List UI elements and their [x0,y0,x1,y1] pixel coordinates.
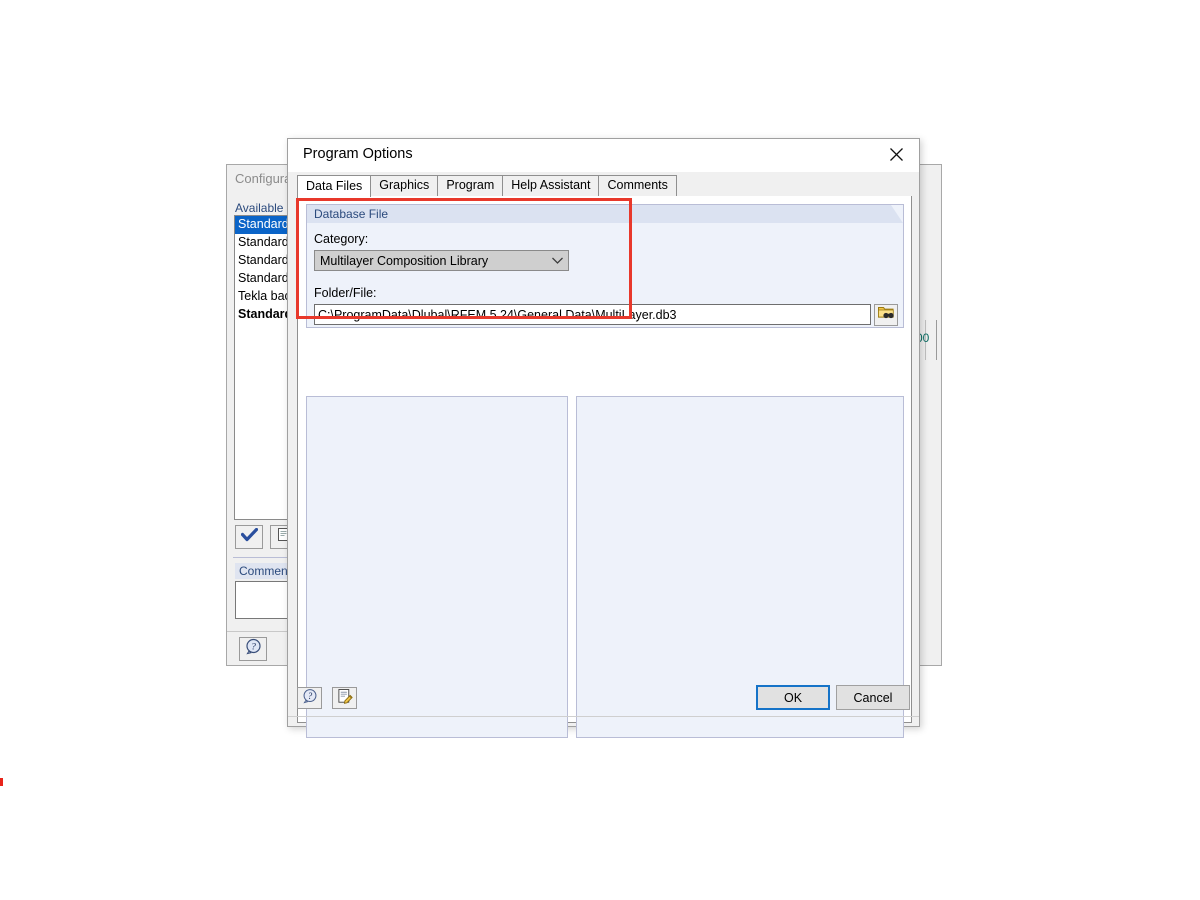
comment-label: Comment [235,563,296,579]
ok-button[interactable]: OK [756,685,830,710]
database-file-header: Database File [314,207,389,221]
help-icon: ? [302,688,318,709]
database-file-group: Database File Category: Multilayer Compo… [306,204,904,328]
background-help-button[interactable]: ? [239,637,267,661]
folder-file-input[interactable] [314,304,872,325]
tab-data-files[interactable]: Data Files [297,175,372,197]
tab-comments[interactable]: Comments [598,175,677,196]
tab-help-assistant[interactable]: Help Assistant [502,175,600,196]
apply-check-button[interactable] [235,525,263,549]
data-files-tab-page: Database File Category: Multilayer Compo… [297,196,912,738]
close-icon [889,147,904,162]
help-button-box[interactable]: ? [239,637,267,661]
folder-file-label: Folder/File: [314,286,377,300]
tab-program[interactable]: Program [437,175,504,196]
stray-red-marker [0,778,3,786]
footer-separator [288,716,919,717]
category-selected-value: Multilayer Composition Library [320,253,489,268]
category-label: Category: [314,232,369,246]
dialog-footer: ? OK Cancel [288,681,919,726]
svg-text:?: ? [251,643,256,653]
group-header-band [307,205,903,223]
cancel-button[interactable]: Cancel [836,685,910,710]
dialog-titlebar: Program Options [288,139,919,172]
category-select[interactable]: Multilayer Composition Library [314,250,569,271]
check-icon [240,527,258,547]
help-icon: ? [245,638,262,660]
close-button[interactable] [874,139,919,170]
program-options-dialog: Program Options Data Files Graphics Prog… [287,138,920,738]
dialog-tabstrip: Data Files Graphics Program Help Assista… [297,175,912,197]
browse-button[interactable] [874,303,898,326]
dialog-title: Program Options [303,146,413,162]
screen-root: Configuration Manager Available Configur… [0,0,1200,900]
tab-graphics[interactable]: Graphics [370,175,439,196]
chevron-down-icon [546,256,568,265]
svg-text:?: ? [307,690,312,700]
dialog-help-button[interactable]: ? [297,687,322,709]
folder-file-row [314,303,898,326]
dialog-notes-button[interactable] [332,687,357,709]
folder-search-icon [877,304,895,325]
edit-notes-icon [337,688,353,709]
